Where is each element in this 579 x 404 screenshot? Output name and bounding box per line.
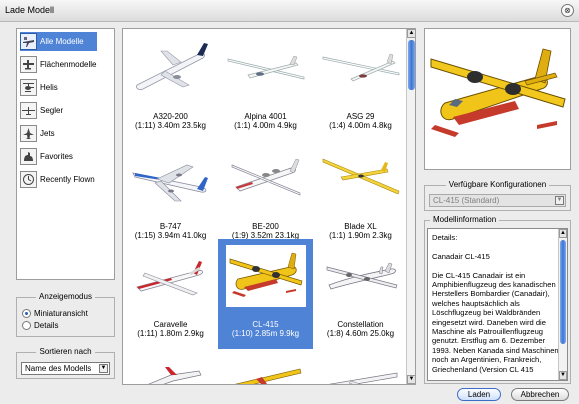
jet-icon [20,125,37,142]
model-tile-constellation[interactable]: Constellation (1:8) 4.60m 25.0kg [313,239,408,349]
scroll-up-icon[interactable]: ▲ [559,229,567,238]
model-tile-be-200[interactable]: BE-200 (1:9) 3.52m 23.1kg [218,141,313,251]
category-label: Alle Modelle [40,37,84,46]
category-label: Favorites [40,152,73,161]
category-item-recently-flown[interactable]: Recently Flown [20,170,97,189]
model-tile-blade-xl[interactable]: Blade XL (1:1) 1.90m 2.3kg [313,141,408,251]
glider-icon [20,102,37,119]
model-info-scrollbar[interactable]: ▲ ▼ [558,229,567,380]
model-tile-cl-415[interactable]: CL-415 (1:10) 2.85m 9.9kg [218,239,313,349]
category-label: Segler [40,106,64,115]
sort-title: Sortieren nach [36,347,95,356]
model-name: Caravelle [153,320,188,329]
chevron-down-icon: ▼ [555,196,564,205]
model-name: B-747 [159,222,182,231]
sort-select[interactable]: Name des Modells ▼ [21,362,110,375]
display-mode-group: Anzeigemodus Miniaturansicht Details [16,292,115,337]
model-thumbnail [321,147,401,209]
model-tile-b-747[interactable]: B-747 (1:15) 3.94m 41.0kg [123,141,218,251]
load-button[interactable]: Laden [457,388,501,401]
model-name: BE-200 [252,222,279,231]
model-preview [424,28,571,170]
recently-flown-icon [20,171,37,188]
cancel-button[interactable]: Abbrechen [511,388,569,401]
category-item-helis[interactable]: Helis [20,78,97,97]
model-thumbnail [226,147,306,209]
model-thumbnail [226,355,306,384]
model-name: Constellation [337,320,384,329]
category-item-favorites[interactable]: Favorites [20,147,97,166]
model-spec: (1:1) 4.00m 4.9kg [234,121,297,130]
model-thumbnail [321,37,401,99]
model-tile-partial[interactable] [313,349,408,384]
configurations-title: Verfügbare Konfigurationen [445,180,550,189]
scrollbar-thumb[interactable] [560,240,566,344]
favorites-icon [20,148,37,165]
window-title: Lade Modell [5,5,55,15]
model-thumbnail [226,245,306,307]
configurations-group: Verfügbare Konfigurationen CL-415 (Stand… [424,180,571,211]
category-item-segler[interactable]: Segler [20,101,97,120]
model-spec: (1:10) 2.85m 9.9kg [231,329,300,338]
model-tile-asg-29[interactable]: ASG 29 (1:4) 4.00m 4.8kg [313,31,408,141]
configuration-select[interactable]: CL-415 (Standard) ▼ [429,194,566,207]
model-name: ASG 29 [346,112,375,121]
model-name: Blade XL [344,222,377,231]
category-label: Jets [40,129,55,138]
category-label: Helis [40,83,58,92]
model-thumbnail [226,37,306,99]
display-mode-title: Anzeigemodus [36,292,95,301]
category-label: Recently Flown [40,175,95,184]
title-bar: Lade Modell ⊗ [0,0,579,22]
helicopter-icon [20,79,37,96]
model-thumbnail [321,355,401,384]
model-name: Alpina 4001 [244,112,287,121]
scroll-up-icon[interactable]: ▲ [407,29,415,38]
model-info-group: Modellinformation Details: Canadair CL-4… [424,215,571,384]
category-label: Flächenmodelle [40,60,97,69]
model-tile-caravelle[interactable]: Caravelle (1:11) 1.80m 2.9kg [123,239,218,349]
model-spec: (1:4) 4.00m 4.8kg [329,121,392,130]
scrollbar-thumb[interactable] [408,40,415,90]
display-mode-details-radio[interactable]: Details [22,321,58,330]
model-thumbnail [131,147,211,209]
model-thumbnail [131,37,211,99]
category-item-flaechenmodelle[interactable]: Flächenmodelle [20,55,97,74]
model-thumbnail [131,245,211,307]
scroll-down-icon[interactable]: ▼ [407,375,415,384]
model-info-text: Details: Canadair CL-415 Die CL-415 Cana… [432,233,559,374]
display-mode-thumbnails-radio[interactable]: Miniaturansicht [22,309,88,318]
category-item-alle-modelle[interactable]: Alle Modelle [20,32,97,51]
model-tile-partial[interactable] [218,349,313,384]
model-name: CL-415 [252,320,279,329]
model-info-box: Details: Canadair CL-415 Die CL-415 Cana… [427,228,568,381]
model-tile-partial[interactable] [123,349,218,384]
model-spec: (1:8) 4.60m 25.0kg [326,329,395,338]
all-models-icon [20,33,37,50]
model-info-title: Modellinformation [430,215,500,224]
category-item-jets[interactable]: Jets [20,124,97,143]
model-tile-a320-200[interactable]: A320-200 (1:11) 3.40m 23.5kg [123,31,218,141]
close-icon[interactable]: ⊗ [561,4,574,17]
model-grid: A320-200 (1:11) 3.40m 23.5kg Alpina 4001… [122,28,416,385]
sort-group: Sortieren nach Name des Modells ▼ [16,347,115,379]
fixed-wing-icon [20,56,37,73]
model-spec: (1:11) 3.40m 23.5kg [134,121,206,130]
chevron-down-icon: ▼ [99,364,108,373]
model-thumbnail [321,245,401,307]
model-spec: (1:11) 1.80m 2.9kg [137,329,204,338]
model-preview-image [430,48,566,137]
model-grid-scrollbar[interactable]: ▲ ▼ [406,29,415,384]
model-thumbnail [131,355,211,384]
category-list: Alle Modelle Flächenmodelle Helis Segler… [16,28,115,280]
model-name: A320-200 [153,112,188,121]
model-tile-alpina-4001[interactable]: Alpina 4001 (1:1) 4.00m 4.9kg [218,31,313,141]
scroll-down-icon[interactable]: ▼ [559,371,567,380]
